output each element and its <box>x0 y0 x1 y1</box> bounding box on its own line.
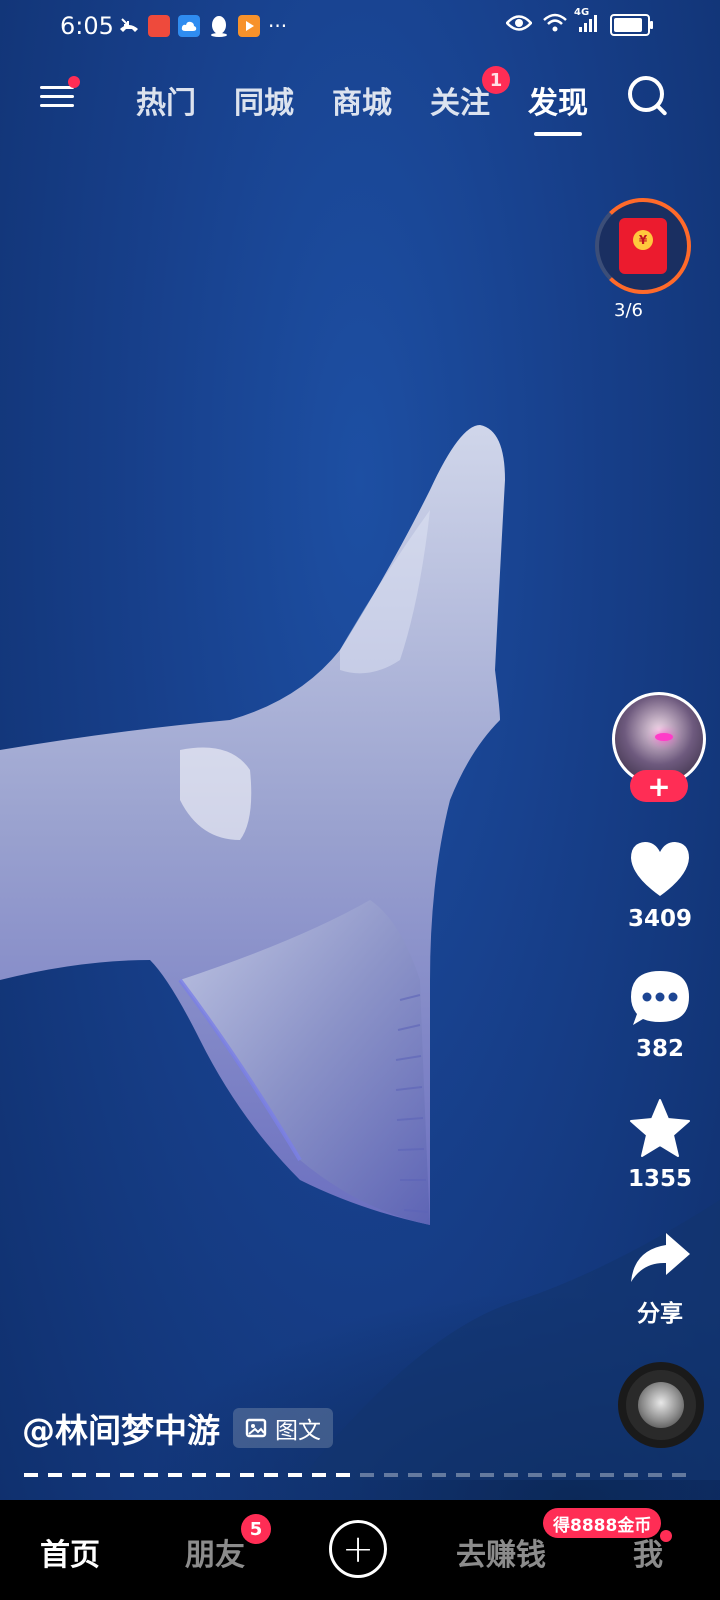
eye-icon <box>505 14 533 36</box>
following-badge: 1 <box>482 66 510 94</box>
share-button[interactable]: 分享 <box>612 1230 708 1328</box>
share-label: 分享 <box>637 1301 683 1327</box>
favorite-button[interactable]: 1355 <box>612 1098 708 1192</box>
comment-icon <box>631 971 689 1025</box>
favorite-count: 1355 <box>627 1166 692 1192</box>
network-type: 4G <box>574 7 590 18</box>
more-notifications: ··· <box>268 14 288 38</box>
author-name[interactable]: @林间梦中游 <box>22 1404 220 1452</box>
signal-icon: 4G <box>574 7 600 37</box>
like-button[interactable]: 3409 <box>612 840 708 932</box>
clock: 6:05 <box>60 12 114 40</box>
post-type-tag: 图文 <box>233 1408 333 1448</box>
battery-icon <box>610 14 653 36</box>
me-notification-dot <box>660 1530 672 1542</box>
menu-notification-dot <box>68 76 80 88</box>
image-progress-bar[interactable] <box>24 1473 696 1477</box>
heart-icon <box>631 842 689 896</box>
bottom-navigation: 首页 朋友 5 + 去赚钱 得8888金币 我 <box>0 1500 720 1600</box>
image-progress-fill <box>24 1473 360 1477</box>
nav-home[interactable]: 首页 <box>40 1530 100 1574</box>
tab-local[interactable]: 同城 <box>234 78 294 122</box>
feed-tabs: 热门 同城 商城 关注 1 发现 <box>136 66 588 136</box>
comment-count: 382 <box>635 1036 684 1062</box>
red-packet-widget[interactable]: ¥ <box>595 198 691 294</box>
tab-discover[interactable]: 发现 <box>528 78 588 136</box>
create-button[interactable]: + <box>329 1520 387 1578</box>
star-icon <box>630 1099 690 1157</box>
red-packet-progress: 3/6 <box>614 300 643 321</box>
share-icon <box>631 1233 690 1282</box>
cloud-icon <box>178 15 200 37</box>
image-icon <box>245 1418 267 1438</box>
menu-button[interactable] <box>40 76 80 114</box>
tab-following-label: 关注 <box>430 86 490 121</box>
video-app-icon <box>238 15 260 37</box>
whale-tail-photo <box>0 425 505 1225</box>
nav-friends[interactable]: 朋友 <box>185 1530 245 1574</box>
qq-icon <box>208 15 230 37</box>
huawei-app-icon <box>148 15 170 37</box>
top-navigation: 热门 同城 商城 关注 1 发现 <box>0 66 720 136</box>
friends-badge: 5 <box>241 1514 271 1544</box>
status-bar: 6:05 ··· 4G <box>0 0 720 50</box>
wifi-icon <box>542 13 568 37</box>
tab-hot[interactable]: 热门 <box>136 78 196 122</box>
tab-following[interactable]: 关注 1 <box>430 66 510 122</box>
post-type-label: 图文 <box>275 1418 321 1444</box>
coin-icon: ¥ <box>633 230 653 250</box>
missed-call-icon <box>118 15 140 37</box>
comment-button[interactable]: 382 <box>612 968 708 1062</box>
nav-me[interactable]: 我 <box>633 1530 663 1574</box>
like-count: 3409 <box>627 906 692 932</box>
music-disc-icon[interactable] <box>618 1362 704 1448</box>
tab-mall[interactable]: 商城 <box>332 78 392 122</box>
search-icon[interactable] <box>628 76 668 117</box>
nav-earn[interactable]: 去赚钱 <box>456 1530 546 1574</box>
red-envelope-icon: ¥ <box>619 218 667 274</box>
follow-button[interactable]: + <box>630 770 688 803</box>
